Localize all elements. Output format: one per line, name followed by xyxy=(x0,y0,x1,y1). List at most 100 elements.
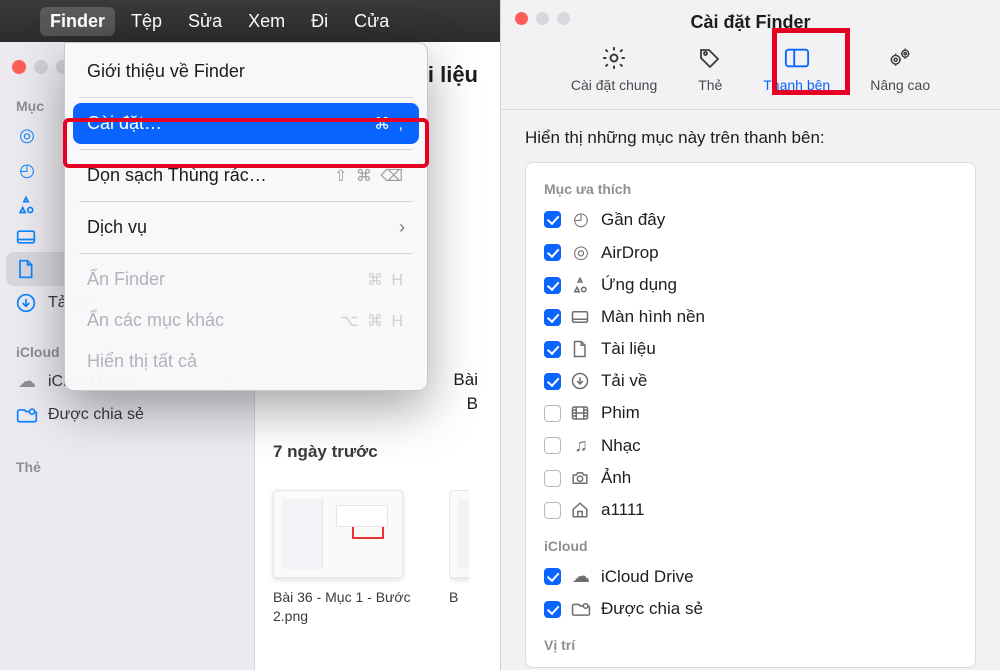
settings-traffic-lights[interactable] xyxy=(515,12,570,25)
menu-item-label: Ẩn các mục khác xyxy=(87,310,224,331)
menubar-item-file[interactable]: Tệp xyxy=(121,7,172,36)
pref-label: iCloud Drive xyxy=(601,567,694,587)
airdrop-icon: ◎ xyxy=(16,125,38,146)
checkbox[interactable] xyxy=(544,309,561,326)
desktop-icon xyxy=(571,310,591,324)
zoom-dot-icon xyxy=(557,12,570,25)
pref-label: AirDrop xyxy=(601,243,659,263)
file-label-partial: B xyxy=(273,394,478,414)
file-thumbnail xyxy=(449,490,469,578)
checkbox[interactable] xyxy=(544,568,561,585)
desktop-icon xyxy=(16,229,38,245)
menubar: Finder Tệp Sửa Xem Đi Cửa xyxy=(0,0,500,42)
tab-tags[interactable]: Thẻ xyxy=(693,43,727,95)
settings-title: Cài đặt Finder xyxy=(501,10,1000,43)
apps-icon xyxy=(571,276,591,294)
checkbox[interactable] xyxy=(544,470,561,487)
close-dot-icon[interactable] xyxy=(515,12,528,25)
pref-item-downloads[interactable]: Tải về xyxy=(542,365,959,397)
checkbox[interactable] xyxy=(544,244,561,261)
pref-label: Ứng dụng xyxy=(601,275,677,295)
pref-label: Được chia sẻ xyxy=(601,599,703,619)
file-name: Bài 36 - Mục 1 - Bước 2.png xyxy=(273,588,413,626)
file-item[interactable]: B xyxy=(449,490,469,626)
pref-item-pictures[interactable]: Ảnh xyxy=(542,462,959,494)
checkbox[interactable] xyxy=(544,211,561,228)
menu-shortcut: ⌘ H xyxy=(367,270,405,290)
document-icon xyxy=(16,259,38,279)
music-icon: ♫ xyxy=(571,435,591,456)
menubar-item-edit[interactable]: Sửa xyxy=(178,7,232,36)
menu-item-empty-trash[interactable]: Dọn sạch Thùng rác… ⇧ ⌘ ⌫ xyxy=(73,155,419,196)
pref-item-icloud-drive[interactable]: ☁ iCloud Drive xyxy=(542,560,959,593)
menubar-item-go[interactable]: Đi xyxy=(301,7,338,36)
gear-icon xyxy=(601,45,627,71)
gears-icon xyxy=(887,45,913,71)
tab-label: Thẻ xyxy=(698,77,722,93)
file-item[interactable]: Bài 36 - Mục 1 - Bước 2.png xyxy=(273,490,413,626)
checkbox[interactable] xyxy=(544,437,561,454)
tab-label: Thanh bên xyxy=(763,77,830,93)
clock-icon: ◴ xyxy=(16,160,38,181)
clock-icon: ◴ xyxy=(571,209,591,230)
checkbox[interactable] xyxy=(544,277,561,294)
camera-icon xyxy=(571,470,591,486)
sidebar-icon xyxy=(784,45,810,71)
tab-general[interactable]: Cài đặt chung xyxy=(567,43,661,95)
pref-item-movies[interactable]: Phim xyxy=(542,397,959,429)
pref-item-recents[interactable]: ◴Gần đây xyxy=(542,203,959,236)
document-icon xyxy=(571,340,591,358)
menu-item-show-all: Hiển thị tất cả xyxy=(73,341,419,382)
menu-item-label: Dịch vụ xyxy=(87,217,147,238)
menu-item-hide-finder: Ẩn Finder⌘ H xyxy=(73,259,419,300)
pref-label: Phim xyxy=(601,403,640,423)
settings-heading: Hiển thị những mục này trên thanh bên: xyxy=(525,128,976,162)
checkbox[interactable] xyxy=(544,502,561,519)
sidebar-section-tags: Thẻ xyxy=(6,453,248,479)
pref-item-airdrop[interactable]: ◎AirDrop xyxy=(542,236,959,269)
pref-label: Tài liệu xyxy=(601,339,656,359)
pref-label: Nhạc xyxy=(601,436,641,456)
pref-item-home[interactable]: a1111 xyxy=(542,494,959,526)
tag-icon xyxy=(697,45,723,71)
menu-item-label: Hiển thị tất cả xyxy=(87,351,197,372)
sidebar-item-shared[interactable]: Được chia sẻ xyxy=(6,399,248,431)
file-thumbnail xyxy=(273,490,403,578)
pref-item-music[interactable]: ♫ Nhạc xyxy=(542,429,959,462)
pref-item-documents[interactable]: Tài liệu xyxy=(542,333,959,365)
pref-item-desktop[interactable]: Màn hình nền xyxy=(542,301,959,333)
menu-shortcut: ⇧ ⌘ ⌫ xyxy=(334,166,405,186)
menu-item-label: Dọn sạch Thùng rác… xyxy=(87,165,267,186)
apps-icon xyxy=(16,195,38,215)
pref-label: Tải về xyxy=(601,371,647,391)
menubar-item-finder[interactable]: Finder xyxy=(40,7,115,36)
prefs-section-icloud: iCloud xyxy=(542,534,959,560)
download-icon xyxy=(571,372,591,390)
sidebar-prefs-box: Mục ưa thích ◴Gần đây ◎AirDrop Ứng dụng … xyxy=(525,162,976,668)
checkbox[interactable] xyxy=(544,601,561,618)
tab-advanced[interactable]: Nâng cao xyxy=(866,43,934,95)
minimize-dot-icon[interactable] xyxy=(34,60,48,74)
pref-item-shared[interactable]: Được chia sẻ xyxy=(542,593,959,625)
menu-item-services[interactable]: Dịch vụ› xyxy=(73,207,419,248)
cloud-icon: ☁ xyxy=(571,566,591,587)
shared-folder-icon xyxy=(16,406,38,424)
movie-icon xyxy=(571,405,591,421)
tab-label: Nâng cao xyxy=(870,77,930,93)
time-group-label: 7 ngày trước xyxy=(273,436,482,462)
pref-item-apps[interactable]: Ứng dụng xyxy=(542,269,959,301)
pref-label: a1111 xyxy=(601,500,645,520)
checkbox[interactable] xyxy=(544,341,561,358)
tab-sidebar[interactable]: Thanh bên xyxy=(759,43,834,95)
checkbox[interactable] xyxy=(544,373,561,390)
minimize-dot-icon xyxy=(536,12,549,25)
pref-label: Ảnh xyxy=(601,468,631,488)
checkbox[interactable] xyxy=(544,405,561,422)
menubar-item-window[interactable]: Cửa xyxy=(344,7,399,36)
shared-folder-icon xyxy=(571,601,591,617)
settings-tabs: Cài đặt chung Thẻ Thanh bên Nâng cao xyxy=(501,43,1000,110)
close-dot-icon[interactable] xyxy=(12,60,26,74)
menu-item-settings[interactable]: Cài đặt…⌘ , xyxy=(73,103,419,144)
menu-item-about-finder[interactable]: Giới thiệu về Finder xyxy=(73,51,419,92)
menubar-item-view[interactable]: Xem xyxy=(238,7,295,36)
